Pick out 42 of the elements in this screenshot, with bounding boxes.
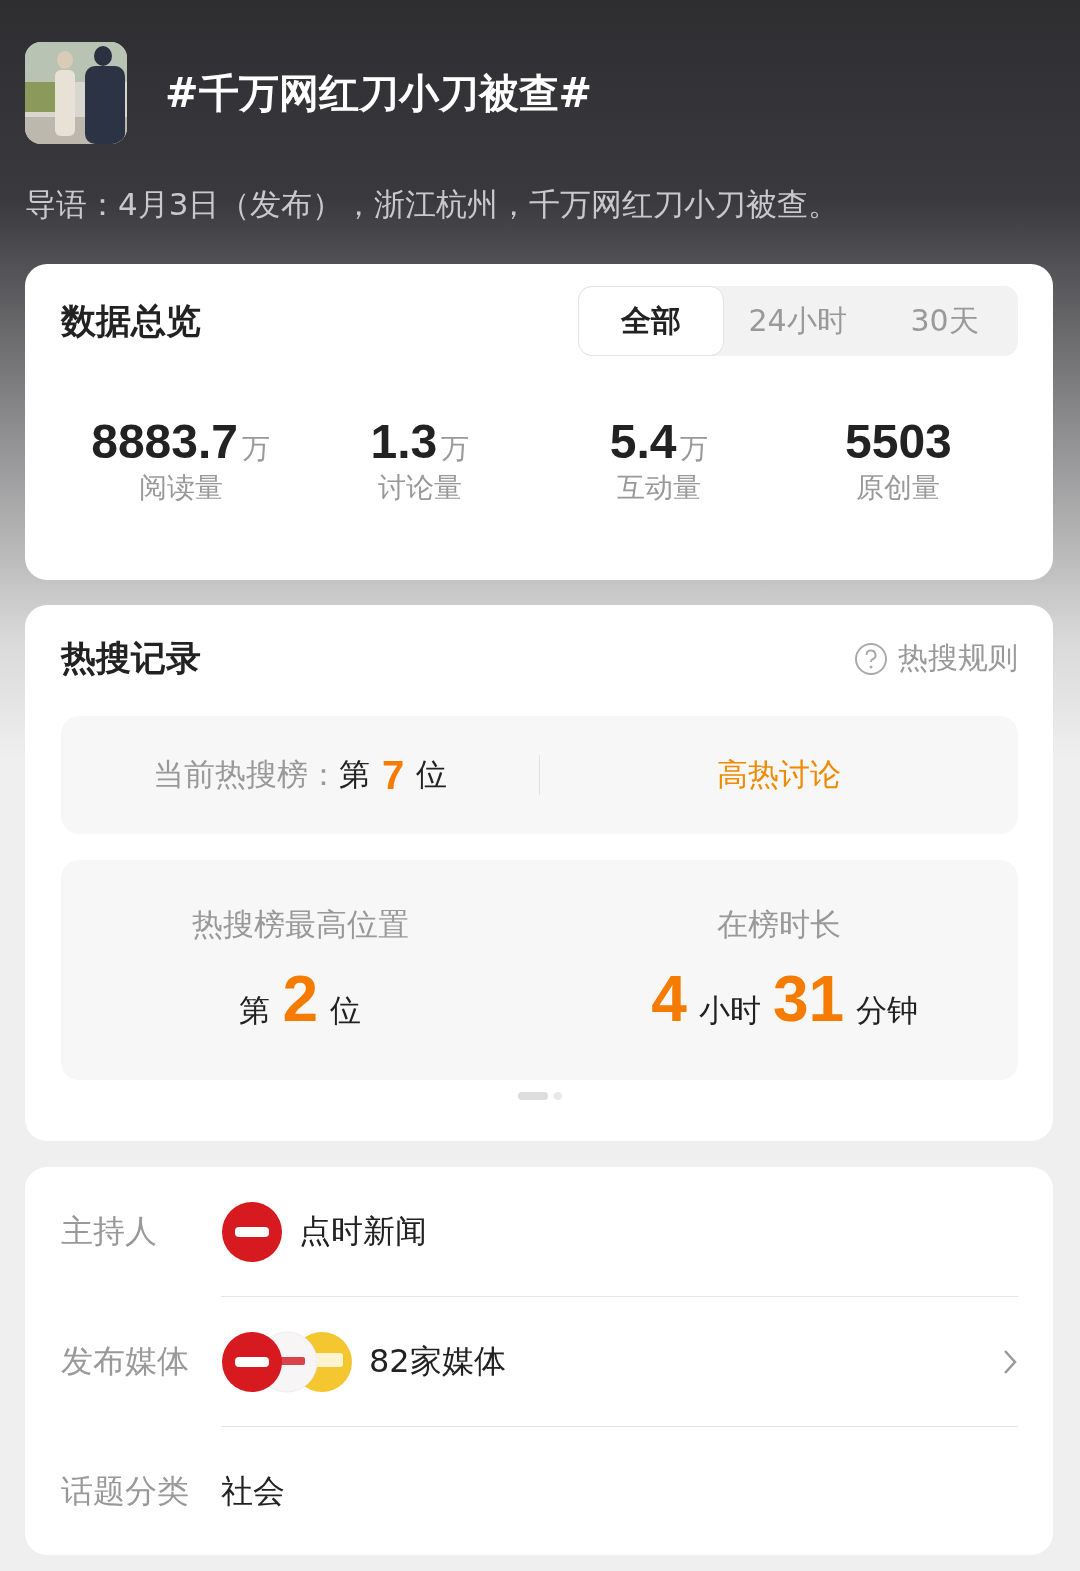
- stat-unit: 万: [441, 431, 470, 467]
- unit-text: 第: [239, 991, 271, 1030]
- stat-unit: 万: [680, 431, 709, 467]
- info-label: 发布媒体: [61, 1341, 190, 1382]
- info-value: 点时新闻: [299, 1210, 428, 1252]
- stat-label: 互动量: [617, 470, 702, 506]
- range-tab[interactable]: 全部: [578, 286, 724, 356]
- rules-link[interactable]: 热搜规则: [854, 638, 1018, 679]
- stat-value: 8883.7: [91, 414, 239, 469]
- unit-text: 小时: [698, 991, 761, 1030]
- rank-number: 7: [381, 752, 405, 798]
- current-rank-label: 当前热搜榜：: [152, 755, 339, 794]
- range-tab[interactable]: 24小时: [724, 286, 871, 356]
- unit-text: 位: [330, 991, 362, 1030]
- rank-number: 2: [282, 962, 319, 1036]
- info-label: 主持人: [61, 1211, 158, 1252]
- stat-label: 讨论量: [377, 470, 462, 506]
- info-value: 社会: [221, 1471, 286, 1512]
- info-label: 话题分类: [61, 1471, 190, 1512]
- media-logo-icon: [221, 1200, 283, 1263]
- peak-label: 热搜榜最高位置: [191, 905, 409, 944]
- stat-unit: 万: [242, 431, 271, 467]
- heat-status: 高热讨论: [717, 755, 841, 794]
- stat-value: 5503: [845, 414, 952, 469]
- info-value[interactable]: 82家媒体: [369, 1339, 1002, 1384]
- topic-title: #千万网红刀小刀被查#: [165, 68, 593, 118]
- lead-text: 导语：4月3日（发布），浙江杭州，千万网红刀小刀被查。: [25, 185, 841, 224]
- card-title: 热搜记录: [61, 637, 201, 680]
- range-tab[interactable]: 30天: [871, 286, 1018, 356]
- stat-value: 1.3: [370, 414, 438, 469]
- rank-number: 31: [772, 962, 845, 1036]
- help-icon: [854, 641, 888, 676]
- card-title: 数据总览: [61, 299, 201, 343]
- unit-text: 分钟: [856, 991, 919, 1030]
- stat-value: 5.4: [609, 414, 677, 469]
- stat-label: 阅读量: [138, 470, 223, 506]
- rank-number: 4: [651, 962, 687, 1036]
- rank-suffix: 位: [416, 755, 448, 794]
- media-logos-icon: [221, 1330, 353, 1393]
- rank-prefix: 第: [338, 755, 370, 794]
- duration-label: 在榜时长: [716, 905, 841, 944]
- stat-label: 原创量: [856, 470, 941, 506]
